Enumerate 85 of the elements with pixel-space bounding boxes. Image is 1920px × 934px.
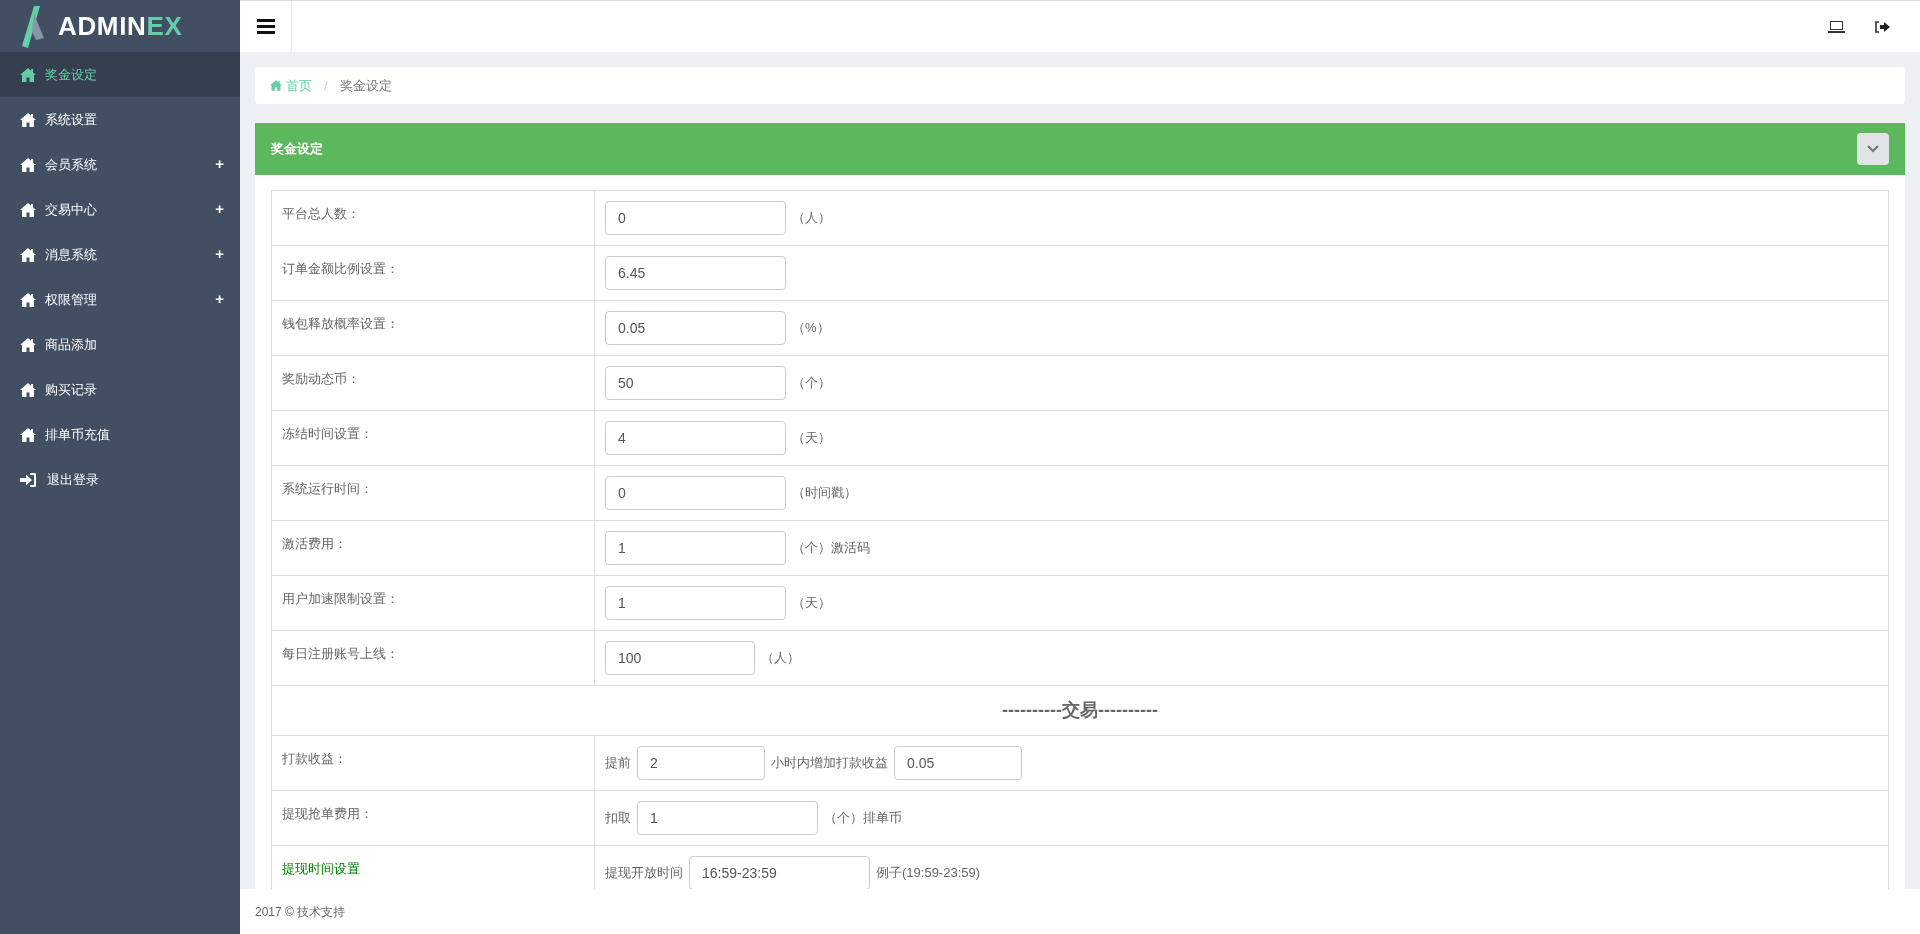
field-note: （人） bbox=[792, 209, 831, 228]
field-label: 订单金额比例设置： bbox=[282, 261, 399, 276]
home-icon bbox=[270, 80, 282, 91]
field-label: 系统运行时间： bbox=[282, 481, 373, 496]
field-label: 每日注册账号上线： bbox=[282, 646, 399, 661]
field-note: （时间戳） bbox=[792, 484, 857, 503]
field-note: 提前 bbox=[605, 754, 631, 773]
field-note: （天） bbox=[792, 429, 831, 448]
field-label: 平台总人数： bbox=[282, 206, 360, 221]
input-field[interactable]: 0.05 bbox=[605, 311, 786, 345]
field-note: 小时内增加打款收益 bbox=[771, 754, 888, 773]
input-field[interactable]: 50 bbox=[605, 366, 786, 400]
sidebar-item[interactable]: 交易中心 + bbox=[0, 187, 240, 232]
expand-toggle[interactable]: + bbox=[215, 243, 224, 266]
field-note: （个）排单币 bbox=[824, 809, 902, 828]
sidebar-label: 系统设置 bbox=[45, 110, 98, 129]
field-label: 冻结时间设置： bbox=[282, 426, 373, 441]
sidebar-label: 排单币充值 bbox=[45, 425, 111, 444]
breadcrumb-current: 奖金设定 bbox=[339, 76, 392, 95]
sidebar-label: 商品添加 bbox=[45, 335, 98, 354]
sidebar-label: 购买记录 bbox=[45, 380, 98, 399]
home-icon bbox=[20, 292, 36, 307]
home-icon bbox=[20, 247, 36, 262]
expand-toggle[interactable]: + bbox=[215, 288, 224, 311]
sidebar-item[interactable]: 购买记录 bbox=[0, 367, 240, 412]
input-field[interactable]: 0 bbox=[605, 201, 786, 235]
laptop-icon[interactable] bbox=[1828, 20, 1845, 33]
field-label: 打款收益： bbox=[282, 751, 347, 766]
field-label: 钱包释放概率设置： bbox=[282, 316, 399, 331]
field-note: （天） bbox=[792, 594, 831, 613]
collapse-button[interactable] bbox=[1857, 133, 1889, 165]
input-field[interactable]: 1 bbox=[637, 801, 818, 835]
sidebar-label: 交易中心 bbox=[45, 200, 98, 219]
sidebar-label: 奖金设定 bbox=[45, 65, 98, 84]
section-heading: ----------交易---------- bbox=[1002, 700, 1158, 720]
field-note: 扣取 bbox=[605, 809, 631, 828]
input-field[interactable]: 0 bbox=[605, 476, 786, 510]
chevron-down-icon bbox=[1867, 145, 1879, 153]
footer-text: 2017 © 技术支持 bbox=[255, 903, 346, 921]
field-label: 提现抢单费用： bbox=[282, 806, 373, 821]
field-note: （人） bbox=[761, 649, 800, 668]
home-icon bbox=[20, 157, 36, 172]
input-field[interactable]: 16:59-23:59 bbox=[689, 856, 870, 889]
sidebar-item[interactable]: 商品添加 bbox=[0, 322, 240, 367]
breadcrumb-separator: / bbox=[324, 76, 328, 95]
home-icon bbox=[20, 202, 36, 217]
sidebar-item[interactable]: 排单币充值 bbox=[0, 412, 240, 457]
home-icon bbox=[20, 337, 36, 352]
field-note: （个） bbox=[792, 374, 831, 393]
sign-out-icon[interactable] bbox=[1875, 20, 1890, 33]
sidebar-label: 会员系统 bbox=[45, 155, 98, 174]
field-note: 例子(19:59-23:59) bbox=[876, 864, 981, 883]
menu-icon bbox=[256, 19, 275, 34]
field-note: （个）激活码 bbox=[792, 539, 870, 558]
sidebar-item[interactable]: 消息系统 + bbox=[0, 232, 240, 277]
sidebar-item[interactable]: 系统设置 bbox=[0, 97, 240, 142]
field-label: 奖励动态币： bbox=[282, 371, 360, 386]
sidebar-label: 退出登录 bbox=[47, 470, 100, 489]
sidebar-item[interactable]: 退出登录 bbox=[0, 457, 240, 502]
sidebar-label: 权限管理 bbox=[45, 290, 98, 309]
expand-toggle[interactable]: + bbox=[215, 198, 224, 221]
field-note: （%） bbox=[792, 319, 830, 338]
expand-toggle[interactable]: + bbox=[215, 153, 224, 176]
input-field[interactable]: 1 bbox=[605, 531, 786, 565]
input-field[interactable]: 6.45 bbox=[605, 256, 786, 290]
input-field[interactable]: 4 bbox=[605, 421, 786, 455]
sidebar-item[interactable]: 奖金设定 bbox=[0, 52, 240, 97]
home-icon bbox=[20, 427, 36, 442]
input-field[interactable]: 1 bbox=[605, 586, 786, 620]
panel-title: 奖金设定 bbox=[271, 140, 323, 159]
sign-in-icon bbox=[20, 472, 36, 487]
field-label: 提现时间设置 bbox=[282, 861, 360, 876]
sidebar-item[interactable]: 会员系统 + bbox=[0, 142, 240, 187]
logo-text: ADMINEX bbox=[58, 9, 183, 43]
input-field[interactable]: 0.05 bbox=[894, 746, 1022, 780]
home-icon bbox=[20, 112, 36, 127]
input-field[interactable]: 2 bbox=[637, 746, 765, 780]
home-icon bbox=[20, 382, 36, 397]
input-field[interactable]: 100 bbox=[605, 641, 755, 675]
field-label: 用户加速限制设置： bbox=[282, 591, 399, 606]
sidebar-label: 消息系统 bbox=[45, 245, 98, 264]
field-note: 提现开放时间 bbox=[605, 864, 683, 883]
sidebar-item[interactable]: 权限管理 + bbox=[0, 277, 240, 322]
home-icon bbox=[20, 67, 36, 82]
field-label: 激活费用： bbox=[282, 536, 347, 551]
